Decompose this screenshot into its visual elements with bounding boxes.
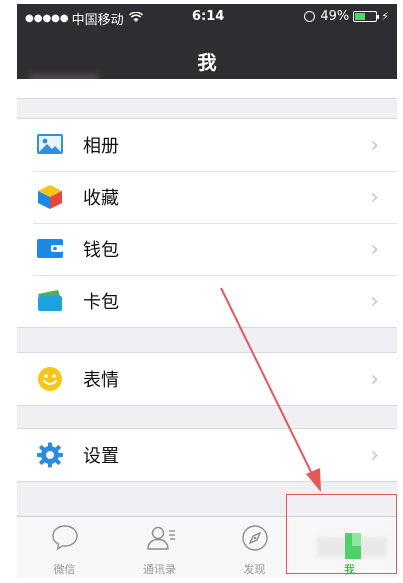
menu-group-primary: 相册 › 收藏 › 钱包 › 卡包 › bbox=[17, 118, 397, 328]
menu-item-label: 表情 bbox=[83, 370, 119, 391]
charging-bolt-icon: ⚡ bbox=[381, 10, 389, 23]
settings-gear-icon bbox=[36, 442, 64, 468]
menu-item-label: 相册 bbox=[83, 136, 119, 157]
chevron-right-icon: › bbox=[370, 442, 379, 468]
menu-item-label: 钱包 bbox=[83, 240, 119, 261]
smiley-icon bbox=[36, 366, 64, 392]
battery-info: 49% ⚡ bbox=[304, 9, 389, 24]
menu-item-label: 收藏 bbox=[83, 188, 119, 209]
status-bar: ●●●●● 中国移动 6:14 49% ⚡ bbox=[17, 4, 397, 28]
tab-label: 通讯录 bbox=[143, 563, 176, 576]
signal-strength-icon: ●●●●● bbox=[25, 13, 69, 24]
chevron-right-icon: › bbox=[370, 366, 379, 392]
navigation-header: ●●●●● 中国移动 6:14 49% ⚡ 我 bbox=[17, 4, 397, 84]
clock: 6:14 bbox=[192, 9, 225, 24]
menu-item-album[interactable]: 相册 › bbox=[17, 119, 397, 171]
battery-icon bbox=[353, 11, 380, 22]
menu-item-settings[interactable]: 设置 › bbox=[17, 429, 397, 481]
menu-item-wallet[interactable]: 钱包 › bbox=[17, 223, 397, 275]
tab-label: 微信 bbox=[53, 563, 76, 576]
rotation-lock-icon bbox=[304, 11, 316, 22]
carrier-info: ●●●●● 中国移动 bbox=[25, 9, 143, 28]
chevron-right-icon: › bbox=[370, 132, 379, 158]
favorites-cube-icon bbox=[36, 184, 64, 210]
card-package-icon bbox=[36, 288, 64, 314]
menu-group-settings: 设置 › bbox=[17, 428, 397, 482]
tab-chats[interactable]: 微信 bbox=[17, 517, 112, 578]
photo-album-icon bbox=[36, 132, 64, 158]
carrier-name: 中国移动 bbox=[71, 13, 124, 28]
menu-item-favorites[interactable]: 收藏 › bbox=[17, 171, 397, 223]
menu-item-stickers[interactable]: 表情 › bbox=[17, 353, 397, 405]
menu-item-label: 卡包 bbox=[83, 292, 119, 313]
profile-card[interactable] bbox=[17, 79, 397, 99]
battery-percent: 49% bbox=[320, 9, 350, 24]
wallet-icon bbox=[36, 236, 64, 262]
menu-item-card-package[interactable]: 卡包 › bbox=[17, 275, 397, 327]
phone-screen: ●●●●● 中国移动 6:14 49% ⚡ 我 相册 › 收藏 › 钱包 › 卡… bbox=[17, 4, 397, 578]
menu-item-label: 设置 bbox=[83, 446, 119, 467]
menu-group-stickers: 表情 › bbox=[17, 352, 397, 406]
tab-contacts[interactable]: 通讯录 bbox=[112, 517, 207, 578]
chevron-right-icon: › bbox=[370, 288, 379, 314]
chevron-right-icon: › bbox=[370, 236, 379, 262]
page-title: 我 bbox=[197, 52, 217, 74]
chevron-right-icon: › bbox=[370, 184, 379, 210]
wifi-icon bbox=[128, 10, 143, 26]
annotation-highlight-box bbox=[286, 494, 397, 574]
